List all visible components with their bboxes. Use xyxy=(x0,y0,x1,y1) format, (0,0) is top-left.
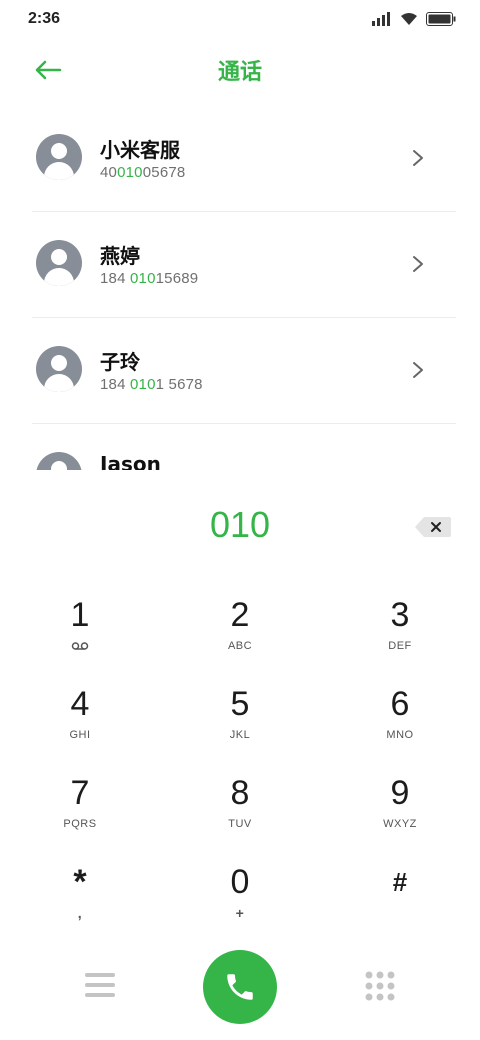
status-time: 2:36 xyxy=(28,10,61,27)
avatar xyxy=(36,240,82,286)
contact-number: 4001005678 xyxy=(100,164,186,181)
contact-row[interactable]: 小米客服 4001005678 xyxy=(0,106,480,212)
key-8[interactable]: 8 TUV xyxy=(180,773,300,853)
status-bar: 2:36 xyxy=(0,0,480,40)
contact-row[interactable]: 燕婷 184 01015689 xyxy=(0,212,480,318)
dialpad-grid-icon[interactable] xyxy=(364,970,396,1002)
dial-display: 010 xyxy=(0,500,480,560)
number-match: 010 xyxy=(130,376,156,393)
avatar xyxy=(36,346,82,392)
number-match: 010 xyxy=(130,270,156,287)
phone-icon xyxy=(227,974,253,1000)
bottom-bar xyxy=(0,948,480,1028)
contact-name: 燕婷 xyxy=(100,244,140,268)
header: 通话 xyxy=(0,48,480,92)
chevron-right-icon[interactable] xyxy=(410,254,426,274)
contact-number: 184 01015689 xyxy=(100,270,199,287)
avatar xyxy=(36,134,82,180)
contact-row[interactable]: Jason xyxy=(0,424,480,470)
key-3[interactable]: 3 DEF xyxy=(340,595,460,675)
key-2[interactable]: 2 ABC xyxy=(180,595,300,675)
contact-number: 184 0101 5678 xyxy=(100,376,203,393)
key-5[interactable]: 5 JKL xyxy=(180,684,300,764)
contact-name: Jason xyxy=(100,452,161,470)
call-button[interactable] xyxy=(203,950,277,1024)
number-match: 010 xyxy=(117,164,143,181)
battery-icon xyxy=(426,12,456,26)
key-0[interactable]: 0 + xyxy=(180,862,300,942)
contact-name: 子玲 xyxy=(100,350,140,374)
key-hash[interactable]: # xyxy=(340,862,460,942)
contact-list: 小米客服 4001005678 燕婷 184 01015689 子玲 184 0… xyxy=(0,106,480,470)
key-1[interactable]: 1 xyxy=(20,595,140,675)
key-star[interactable]: * , xyxy=(20,862,140,942)
key-9[interactable]: 9 WXYZ xyxy=(340,773,460,853)
key-4[interactable]: 4 GHI xyxy=(20,684,140,764)
contact-row[interactable]: 子玲 184 0101 5678 xyxy=(0,318,480,424)
chevron-right-icon[interactable] xyxy=(410,360,426,380)
chevron-right-icon[interactable] xyxy=(410,148,426,168)
contact-name: 小米客服 xyxy=(100,138,180,162)
page-title: 通话 xyxy=(217,60,262,85)
backspace-icon[interactable] xyxy=(414,514,452,540)
signal-icon xyxy=(372,12,390,26)
voicemail-icon xyxy=(71,642,89,650)
menu-icon[interactable] xyxy=(84,970,116,1000)
wifi-icon xyxy=(401,13,417,25)
key-7[interactable]: 7 PQRS xyxy=(20,773,140,853)
avatar xyxy=(36,452,82,470)
dialed-number: 010 xyxy=(209,504,271,545)
key-6[interactable]: 6 MNO xyxy=(340,684,460,764)
